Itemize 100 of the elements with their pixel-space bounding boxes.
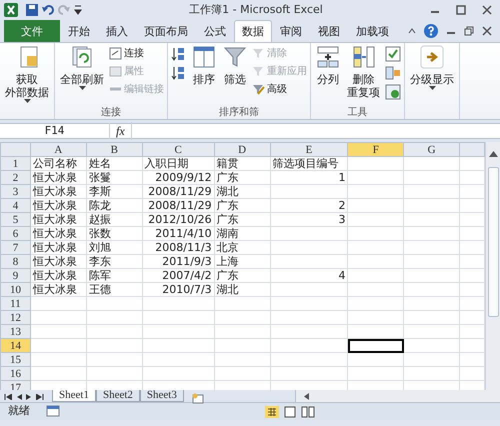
scroll-thumb[interactable]	[488, 166, 499, 316]
table-cell: 广东	[214, 170, 270, 184]
sort-descending-button[interactable]	[171, 64, 187, 82]
row-header[interactable]: 12	[0, 310, 30, 324]
undo-icon[interactable]	[42, 4, 54, 16]
column-header[interactable]: A	[30, 142, 86, 156]
close-icon[interactable]	[482, 26, 492, 36]
dropdown-caret-icon	[428, 86, 436, 91]
data-validation-icon	[385, 46, 401, 62]
ribbon-tab[interactable]: 数据	[234, 20, 272, 42]
macro-record-icon[interactable]	[46, 405, 60, 418]
refresh-button[interactable]: 全部刷新	[58, 45, 106, 105]
clear-filter-icon	[252, 47, 265, 60]
column-header[interactable]: F	[348, 142, 404, 156]
row-header[interactable]: 3	[0, 184, 30, 198]
ribbon-tab[interactable]: 视图	[310, 20, 348, 42]
vertical-scrollbar[interactable]	[485, 142, 500, 390]
row-header[interactable]: 2	[0, 170, 30, 184]
horizontal-scrollbar[interactable]	[295, 390, 500, 402]
window-title: 工作簿1 - Microsoft Excel	[189, 2, 323, 18]
insert-function-button[interactable]: fx	[110, 122, 132, 140]
outline-arrow-button[interactable]: 分级显示	[408, 45, 456, 105]
sheet-tab[interactable]: Sheet1	[52, 390, 96, 402]
next-sheet-icon[interactable]	[26, 394, 32, 400]
column-header[interactable]: G	[404, 142, 460, 156]
data-validation-button[interactable]	[385, 45, 401, 63]
table-cell: 张鬘	[86, 170, 142, 184]
ribbon-tab[interactable]: 文件	[4, 20, 60, 42]
ribbon-tab[interactable]: 加载项	[348, 20, 397, 42]
table-cell: 入职日期	[142, 156, 214, 170]
customize-icon[interactable]	[74, 4, 82, 16]
help-icon[interactable]	[424, 24, 438, 38]
close-icon[interactable]	[482, 5, 492, 15]
table-cell: 北京	[214, 240, 270, 254]
page-layout-view-icon[interactable]	[283, 406, 297, 418]
name-box[interactable]: F14	[0, 122, 110, 140]
table-cell: 筛选项目编号	[270, 156, 348, 170]
table-cell: 姓名	[86, 156, 142, 170]
document-button[interactable]: 获取 外部数据	[3, 45, 51, 105]
table-cell: 恒大冰泉	[30, 198, 86, 212]
row-header[interactable]: 9	[0, 268, 30, 282]
row-header[interactable]: 5	[0, 212, 30, 226]
row-header[interactable]: 13	[0, 324, 30, 338]
table-cell: 恒大冰泉	[30, 184, 86, 198]
ribbon-tab[interactable]: 公式	[196, 20, 234, 42]
column-header[interactable]: B	[86, 142, 142, 156]
table-cell: 恒大冰泉	[30, 170, 86, 184]
excel-logo-icon[interactable]	[4, 3, 18, 17]
table-cell: 广东	[214, 268, 270, 282]
page-break-view-icon[interactable]	[301, 406, 315, 418]
table-cell: 2012/10/26	[142, 212, 214, 226]
row-header[interactable]: 15	[0, 352, 30, 366]
previous-sheet-icon[interactable]	[16, 394, 22, 400]
ribbon-tab[interactable]: 开始	[60, 20, 98, 42]
save-icon[interactable]	[26, 4, 38, 16]
row-header[interactable]: 14	[0, 338, 30, 352]
normal-view-icon[interactable]	[265, 406, 279, 418]
table-cell: 4	[270, 268, 348, 282]
maximize-icon[interactable]	[456, 5, 466, 15]
row-header[interactable]: 6	[0, 226, 30, 240]
table-cell: 恒大冰泉	[30, 268, 86, 282]
row-header[interactable]: 8	[0, 254, 30, 268]
row-header[interactable]: 1	[0, 156, 30, 170]
column-header[interactable]: C	[142, 142, 214, 156]
group-label: 工具	[346, 106, 368, 119]
table-cell: 湖北	[214, 282, 270, 296]
ribbon-tab[interactable]: 插入	[98, 20, 136, 42]
scroll-up-icon[interactable]	[488, 150, 498, 157]
active-cell[interactable]	[348, 338, 404, 352]
row-header[interactable]: 11	[0, 296, 30, 310]
last-sheet-icon[interactable]	[36, 394, 44, 400]
ribbon-command[interactable]: 高级	[252, 81, 307, 98]
row-header[interactable]: 10	[0, 282, 30, 296]
sort-button[interactable]: 排序	[190, 45, 218, 105]
table-cell: 李斯	[86, 184, 142, 198]
row-header[interactable]: 16	[0, 366, 30, 380]
ribbon-command[interactable]: 连接	[109, 45, 164, 62]
ribbon-tab[interactable]: 页面布局	[136, 20, 196, 42]
sheet-tab[interactable]: Sheet3	[140, 390, 184, 402]
filter-funnel-button[interactable]: 筛选	[221, 45, 249, 105]
insert-sheet-icon[interactable]	[192, 392, 204, 404]
collapse-ribbon-icon[interactable]	[408, 27, 416, 35]
split-columns-button[interactable]: 分列	[314, 45, 342, 105]
row-header[interactable]: 4	[0, 198, 30, 212]
row-header[interactable]: 7	[0, 240, 30, 254]
refresh-icon	[70, 45, 94, 69]
table-cell: 陈军	[86, 268, 142, 282]
table-cell: 恒大冰泉	[30, 240, 86, 254]
remove-duplicates-icon	[352, 45, 376, 69]
remove-duplicates-button[interactable]: 删除 重复项	[345, 45, 382, 105]
column-header[interactable]: D	[214, 142, 270, 156]
table-cell: 2011/4/10	[142, 226, 214, 240]
ribbon-tab[interactable]: 审阅	[272, 20, 310, 42]
sort-ascending-button[interactable]	[171, 45, 187, 63]
table-cell: 3	[270, 212, 348, 226]
first-sheet-icon[interactable]	[4, 394, 12, 400]
column-header[interactable]: E	[270, 142, 348, 156]
restore-icon[interactable]	[464, 26, 474, 36]
scroll-left-icon[interactable]	[304, 392, 309, 400]
sheet-tab[interactable]: Sheet2	[96, 390, 140, 402]
